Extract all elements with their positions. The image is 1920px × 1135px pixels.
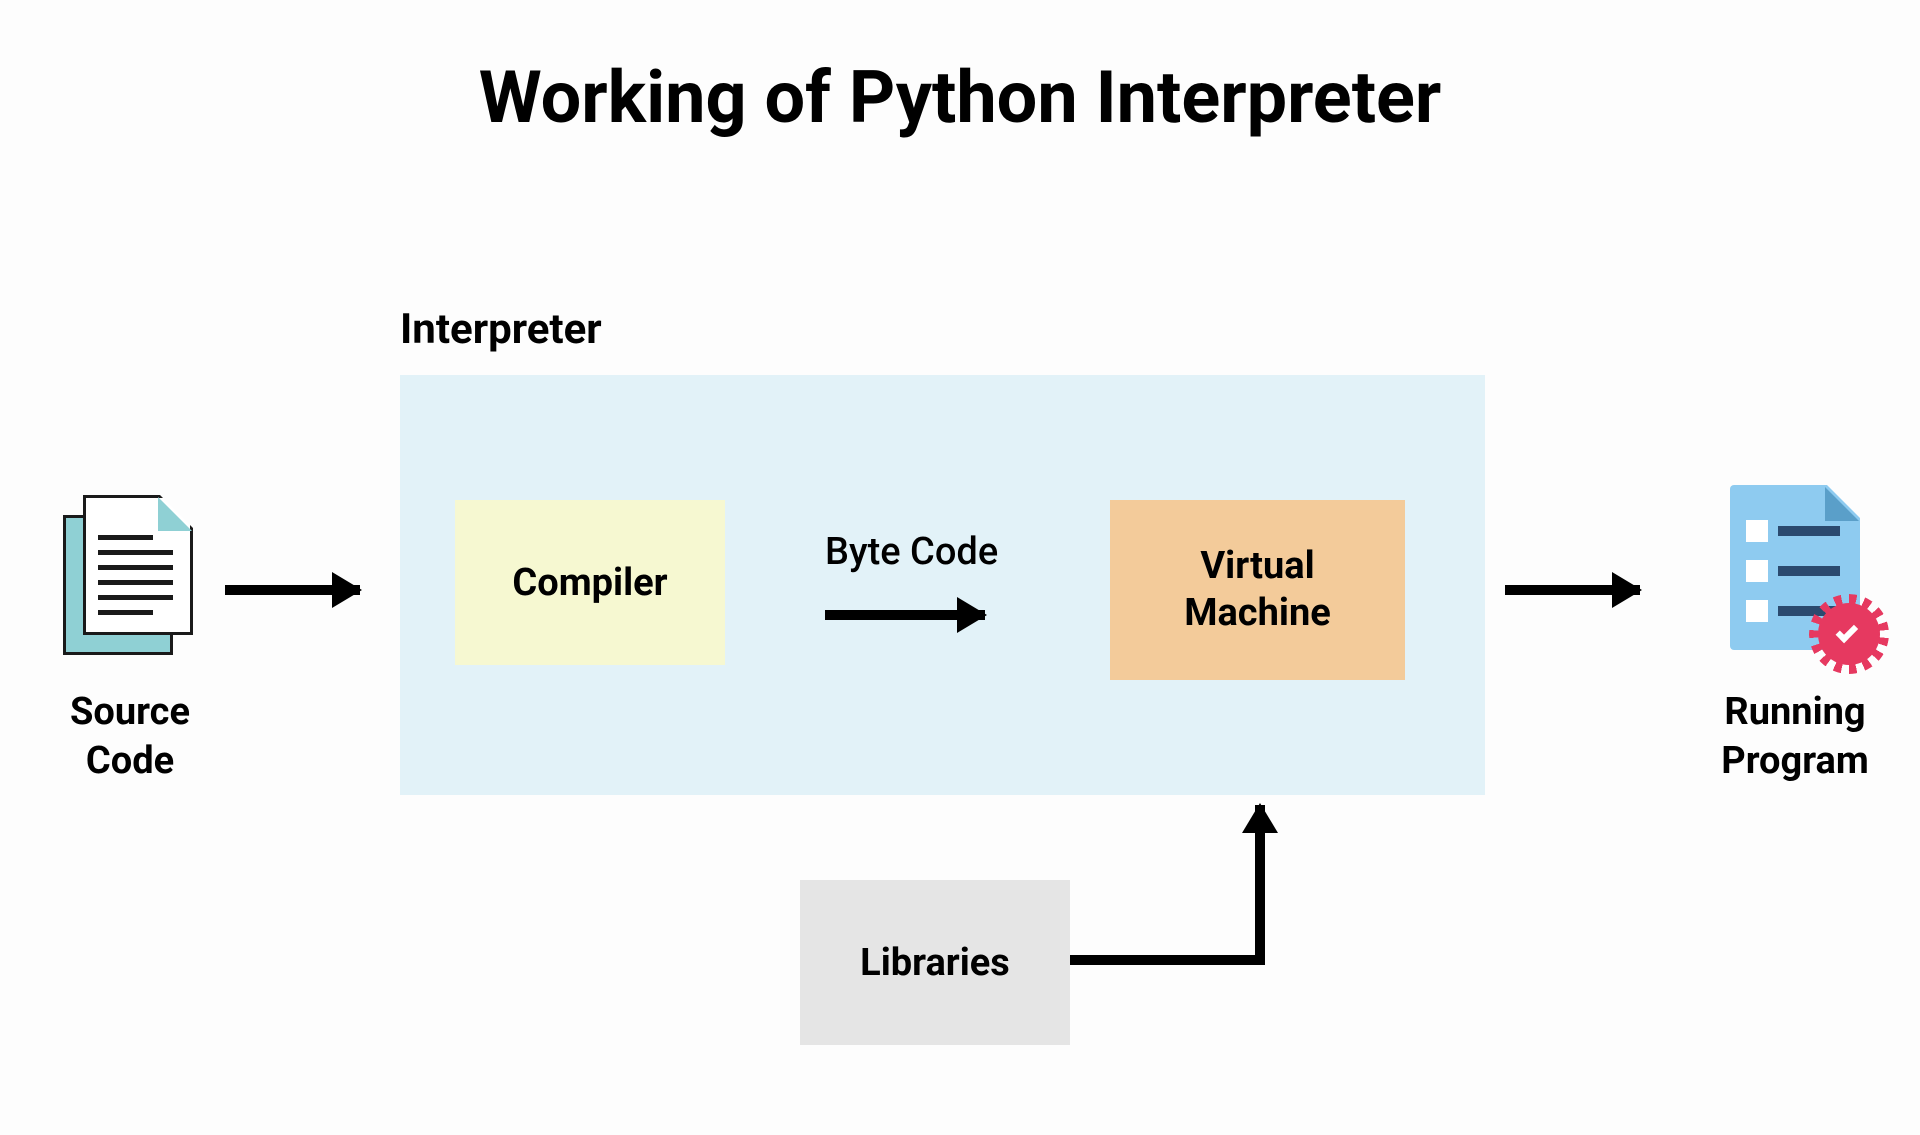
checklist-document-icon: [1720, 485, 1870, 660]
interpreter-label: Interpreter: [400, 305, 602, 354]
running-program-node: RunningProgram: [1710, 485, 1880, 787]
virtual-machine-box: VirtualMachine: [1110, 500, 1405, 680]
running-program-label: RunningProgram: [1710, 688, 1880, 787]
arrow-vm-to-running: [1505, 585, 1640, 595]
checkmark-badge-icon: [1818, 603, 1880, 665]
source-code-label: SourceCode: [55, 688, 205, 787]
bytecode-label: Byte Code: [825, 530, 998, 574]
arrow-compiler-to-vm: [825, 610, 985, 620]
libraries-box: Libraries: [800, 880, 1070, 1045]
document-stack-icon: [63, 495, 198, 660]
source-code-node: SourceCode: [55, 495, 205, 787]
diagram-title: Working of Python Interpreter: [0, 55, 1920, 140]
arrow-source-to-compiler: [225, 585, 360, 595]
compiler-box: Compiler: [455, 500, 725, 665]
